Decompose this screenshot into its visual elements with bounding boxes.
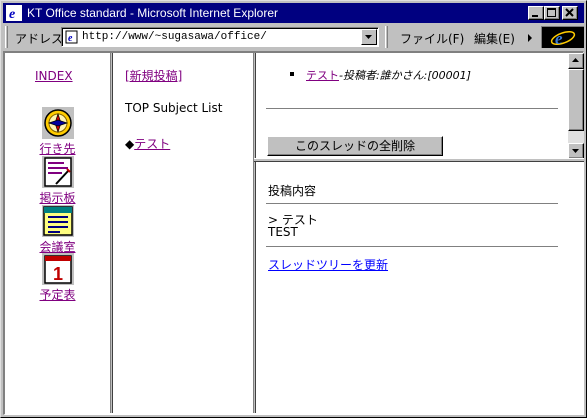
scroll-up-button[interactable]: [568, 53, 584, 69]
svg-text:e: e: [9, 7, 15, 21]
address-label: アドレス: [15, 32, 64, 46]
svg-text:e: e: [555, 29, 563, 48]
browser-viewport: INDEX 行き先 掲示板 会議室 1 予定表 [新規投稿] TOP Subje…: [3, 51, 584, 415]
chevron-right-icon[interactable]: [528, 34, 533, 42]
ie-logo-icon: e: [550, 29, 576, 48]
toolbar-grip[interactable]: [5, 26, 8, 48]
post-content-frame: 投稿内容 > テスト TEST スレッドツリーを更新: [256, 162, 584, 413]
thread-tree-link[interactable]: テスト: [306, 69, 339, 82]
minimize-icon: [532, 15, 538, 17]
thread-link[interactable]: テスト: [134, 137, 170, 151]
index-link[interactable]: INDEX: [35, 69, 73, 83]
divider: [266, 108, 558, 110]
chevron-down-icon: [572, 149, 579, 153]
nav-item-schedule[interactable]: 1 予定表: [5, 253, 110, 303]
chevron-down-icon: [365, 35, 372, 39]
address-dropdown-button[interactable]: [361, 29, 377, 45]
bulletin-board-icon: [41, 156, 74, 188]
address-toolbar: アドレス e http://www/~sugasawa/office/ ファイル…: [3, 25, 584, 49]
nav-item-label: 予定表: [39, 288, 76, 302]
browser-window: e KT Office standard - Microsoft Interne…: [0, 0, 587, 418]
minimize-button[interactable]: [528, 6, 544, 20]
nav-item-destination[interactable]: 行き先: [5, 107, 110, 157]
calendar-icon: 1: [41, 253, 74, 285]
address-input[interactable]: e http://www/~sugasawa/office/: [61, 27, 379, 47]
menu-file[interactable]: ファイル(F): [400, 30, 464, 47]
subject-list-frame: [新規投稿] TOP Subject List ◆テスト: [113, 53, 253, 413]
scroll-thumb[interactable]: [568, 69, 584, 131]
nav-item-bulletin[interactable]: 掲示板: [5, 156, 110, 206]
title-bar[interactable]: e KT Office standard - Microsoft Interne…: [3, 3, 584, 23]
window-title: KT Office standard - Microsoft Internet …: [27, 6, 278, 20]
page-icon: e: [65, 30, 78, 44]
divider: [266, 246, 558, 248]
scroll-down-button[interactable]: [568, 143, 584, 159]
nav-item-label: 行き先: [39, 142, 76, 156]
close-button[interactable]: [562, 6, 578, 20]
maximize-button[interactable]: [544, 6, 560, 20]
new-post-link[interactable]: [新規投稿]: [125, 67, 182, 84]
nav-frame: INDEX 行き先 掲示板 会議室 1 予定表: [5, 53, 110, 413]
menu-grip[interactable]: [385, 26, 388, 48]
compass-icon: [41, 107, 74, 139]
refresh-thread-tree-link[interactable]: スレッドツリーを更新: [268, 256, 388, 273]
thread-tree-meta: -投稿者:誰かさん:[00001]: [339, 69, 471, 82]
svg-text:e: e: [68, 33, 73, 44]
diamond-marker: ◆: [125, 137, 135, 151]
thread-tree-frame: テスト-投稿者:誰かさん:[00001] このスレッドの全削除: [256, 53, 584, 159]
thread-entry: ◆テスト: [125, 135, 170, 152]
post-heading: 投稿内容: [268, 184, 317, 198]
address-url: http://www/~sugasawa/office/: [82, 31, 267, 43]
calendar-day: 1: [53, 264, 63, 284]
meeting-room-icon: [41, 205, 74, 237]
internet-explorer-icon: e: [6, 5, 22, 21]
menu-edit[interactable]: 編集(E): [474, 30, 515, 47]
list-bullet: [290, 72, 294, 76]
post-body: TEST: [268, 225, 298, 239]
vertical-scrollbar[interactable]: [568, 53, 584, 159]
maximize-icon: [547, 8, 556, 17]
delete-thread-button[interactable]: このスレッドの全削除: [267, 136, 443, 156]
close-icon: [565, 8, 574, 17]
nav-item-meeting-room[interactable]: 会議室: [5, 205, 110, 255]
thread-tree-item: テスト-投稿者:誰かさん:[00001]: [306, 67, 471, 83]
subject-list-title: TOP Subject List: [125, 101, 223, 115]
nav-item-label: 掲示板: [39, 191, 76, 205]
chevron-up-icon: [572, 58, 579, 62]
ie-throbber-logo: e: [541, 26, 584, 48]
divider: [266, 203, 558, 205]
